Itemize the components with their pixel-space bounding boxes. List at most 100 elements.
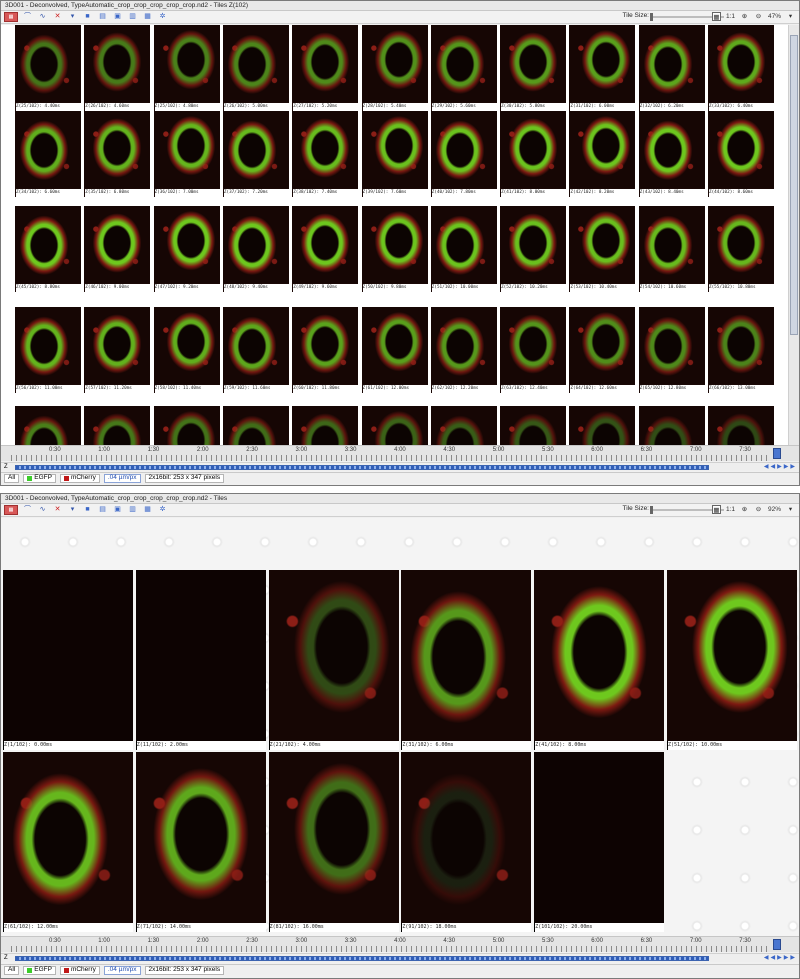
zoom-in-icon[interactable]: ⊕ [740, 12, 749, 21]
histogram-icon[interactable]: ⌒ [22, 505, 33, 515]
channel-tab-mcherry[interactable]: mCherry [59, 965, 100, 975]
settings-icon[interactable]: ✲ [157, 505, 168, 515]
image-tile[interactable] [361, 406, 428, 445]
image-tile[interactable]: Z(66/102): 13.00ms [708, 307, 774, 393]
zoom-value[interactable]: 47% [768, 12, 781, 21]
z-slider[interactable]: Z ◀◀▶▶▶ [1, 953, 799, 962]
layout-icon[interactable]: ▤ [97, 12, 108, 22]
image-tile[interactable]: Z(21/102): 4.00ms [268, 570, 399, 750]
image-tile[interactable] [222, 406, 289, 445]
view-mode-icon[interactable]: ▦ [4, 12, 18, 22]
image-tile[interactable] [638, 406, 705, 445]
view-mode-icon[interactable]: ▦ [4, 505, 18, 515]
image-tile[interactable]: Z(61/102): 12.00ms [361, 307, 428, 393]
image-tile[interactable]: Z(25/102): 4.40ms [15, 25, 81, 111]
image-tile[interactable]: Z(35/102): 6.80ms [84, 111, 151, 197]
z-track[interactable] [15, 465, 709, 470]
histogram-icon[interactable]: ⌒ [22, 12, 33, 22]
timeline-end-marker[interactable] [773, 939, 781, 950]
image-tile[interactable]: Z(53/102): 10.40ms [569, 206, 636, 292]
image-tile[interactable] [430, 406, 497, 445]
image-tile[interactable] [84, 406, 151, 445]
vertical-scrollbar[interactable] [788, 25, 799, 445]
save-icon[interactable]: ▣ [112, 505, 123, 515]
channel-tab-all[interactable]: All [4, 473, 20, 483]
image-tile[interactable]: Z(44/102): 8.60ms [708, 111, 774, 197]
image-tile[interactable]: Z(46/102): 9.00ms [84, 206, 151, 292]
channel-tab-egfp[interactable]: EGFP [23, 965, 56, 975]
ratio-button[interactable]: 1:1 [726, 505, 735, 514]
image-tile[interactable]: Z(55/102): 10.80ms [708, 206, 774, 292]
grid-icon[interactable]: ▦ [142, 12, 153, 22]
image-tile[interactable] [15, 406, 81, 445]
image-tile[interactable]: Z(60/102): 11.80ms [292, 307, 359, 393]
image-tile[interactable] [153, 406, 220, 445]
image-tile[interactable]: Z(39/102): 7.60ms [361, 111, 428, 197]
zoom-dropdown-icon[interactable]: ▾ [786, 505, 795, 514]
image-tile[interactable]: Z(38/102): 7.40ms [292, 111, 359, 197]
image-tile[interactable]: Z(62/102): 12.20ms [430, 307, 497, 393]
resolution-field[interactable]: .04 µm/px [103, 965, 141, 975]
image-tile[interactable]: Z(26/102): 4.60ms [84, 25, 151, 111]
image-tile[interactable]: Z(64/102): 12.60ms [569, 307, 636, 393]
zoom-dropdown-icon[interactable]: ▾ [786, 12, 795, 21]
tiles-icon[interactable]: ■ [82, 12, 93, 22]
image-tile[interactable]: Z(56/102): 11.00ms [15, 307, 81, 393]
fit-grid-button[interactable]: ▦ [711, 12, 721, 21]
dropdown-arrow-icon[interactable]: ▾ [67, 12, 78, 22]
image-tile[interactable]: Z(36/102): 7.00ms [153, 111, 220, 197]
tile-size-slider-knob[interactable] [650, 506, 653, 514]
image-tile[interactable]: Z(47/102): 9.20ms [153, 206, 220, 292]
save-icon[interactable]: ▣ [112, 12, 123, 22]
tile-size-slider-knob[interactable] [650, 13, 653, 21]
layout-icon[interactable]: ▤ [97, 505, 108, 515]
settings-icon[interactable]: ✲ [157, 12, 168, 22]
grid-icon[interactable]: ▦ [142, 505, 153, 515]
timeline[interactable]: 0:30 1:00 1:30 2:00 2:30 3:00 3:30 4:00 4:30 5:00… [1, 936, 799, 952]
image-tile[interactable]: Z(59/102): 11.60ms [222, 307, 289, 393]
image-tile[interactable]: Z(29/102): 5.60ms [430, 25, 497, 111]
channel-tab-mcherry[interactable]: mCherry [59, 473, 100, 483]
image-tile[interactable]: Z(42/102): 8.20ms [569, 111, 636, 197]
tiles-icon[interactable]: ■ [82, 505, 93, 515]
lut-icon[interactable]: ∿ [37, 12, 48, 22]
zoom-out-icon[interactable]: ⊖ [754, 12, 763, 21]
image-tile[interactable]: Z(25/102): 4.80ms [153, 25, 220, 111]
fit-grid-button[interactable]: ▦ [711, 505, 721, 514]
image-tile[interactable]: Z(58/102): 11.40ms [153, 307, 220, 393]
image-tile[interactable]: Z(27/102): 5.20ms [292, 25, 359, 111]
playback-controls[interactable]: ◀◀▶▶▶ [764, 463, 797, 472]
channel-icon[interactable]: ✕ [52, 505, 63, 515]
image-tile[interactable]: Z(52/102): 10.20ms [500, 206, 567, 292]
image-tile[interactable] [708, 406, 774, 445]
image-tile[interactable]: Z(51/102): 10.00ms [430, 206, 497, 292]
image-tile[interactable]: Z(71/102): 14.00ms [135, 752, 266, 932]
image-tile[interactable]: Z(33/102): 6.40ms [708, 25, 774, 111]
image-tile[interactable]: Z(43/102): 8.40ms [638, 111, 705, 197]
z-track[interactable] [15, 956, 709, 961]
image-tile[interactable] [500, 406, 567, 445]
channel-icon[interactable]: ✕ [52, 12, 63, 22]
export-icon[interactable]: ▥ [127, 12, 138, 22]
image-tile[interactable]: Z(49/102): 9.60ms [292, 206, 359, 292]
resolution-field[interactable]: .04 µm/px [103, 473, 141, 483]
image-tile[interactable]: Z(31/102): 6.00ms [569, 25, 636, 111]
image-tile[interactable]: Z(54/102): 10.60ms [638, 206, 705, 292]
timeline-end-marker[interactable] [773, 448, 781, 459]
scrollbar-thumb[interactable] [790, 35, 798, 335]
timeline[interactable]: 0:30 1:00 1:30 2:00 2:30 3:00 3:30 4:00 4:30 5:00… [1, 445, 799, 461]
image-tile[interactable]: Z(41/102): 8.00ms [534, 570, 665, 750]
image-tile[interactable]: Z(45/102): 8.80ms [15, 206, 81, 292]
zoom-value[interactable]: 92% [768, 505, 781, 514]
image-tile[interactable]: Z(34/102): 6.60ms [15, 111, 81, 197]
image-tile[interactable]: Z(65/102): 12.80ms [638, 307, 705, 393]
image-tile[interactable]: Z(28/102): 5.40ms [361, 25, 428, 111]
image-tile[interactable]: Z(50/102): 9.80ms [361, 206, 428, 292]
dropdown-arrow-icon[interactable]: ▾ [67, 505, 78, 515]
zoom-in-icon[interactable]: ⊕ [740, 505, 749, 514]
z-slider[interactable]: Z ◀◀▶▶▶ [1, 462, 799, 472]
image-tile[interactable] [569, 406, 636, 445]
image-tile[interactable]: Z(26/102): 5.00ms [222, 25, 289, 111]
image-tile[interactable]: Z(11/102): 2.00ms [135, 570, 266, 750]
channel-tab-egfp[interactable]: EGFP [23, 473, 56, 483]
